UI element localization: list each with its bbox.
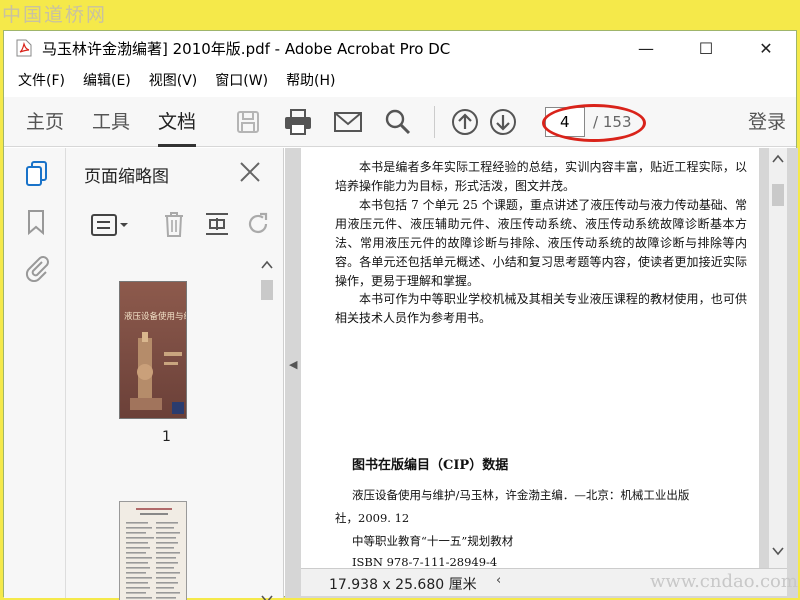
crop-icon[interactable] xyxy=(204,210,230,242)
cip-heading: 图书在版编目（CIP）数据 xyxy=(352,458,509,473)
options-menu-icon[interactable] xyxy=(90,212,130,242)
window-title: 马玉林许金渤编著] 2010年版.pdf - Adobe Acrobat Pro… xyxy=(42,39,451,58)
page-total-label: / 153 xyxy=(593,112,632,131)
menu-help[interactable]: 帮助(H) xyxy=(286,70,335,90)
close-icon: ✕ xyxy=(759,38,773,58)
panel-toolbar xyxy=(66,206,283,246)
menu-view[interactable]: 视图(V) xyxy=(149,70,198,90)
menu-edit[interactable]: 编辑(E) xyxy=(83,70,131,90)
acrobat-window: 马玉林许金渤编著] 2010年版.pdf - Adobe Acrobat Pro… xyxy=(3,30,798,600)
page-dimensions: 17.938 x 25.680 厘米 xyxy=(329,577,477,593)
cip-line-4: ISBN 978-7-111-28949-4 xyxy=(352,555,498,568)
page-thumbnails-icon[interactable] xyxy=(24,160,50,186)
thumbnails-scrollbar[interactable] xyxy=(258,254,276,600)
toolbar: 主页 工具 文档 4 / 153 xyxy=(4,97,796,147)
cover-machine-illustration xyxy=(130,332,184,414)
minimize-icon: — xyxy=(638,38,654,58)
close-window-button[interactable]: ✕ xyxy=(736,31,796,65)
thumbnail-page-number: 1 xyxy=(162,429,171,445)
cip-line-3: 中等职业教育“十一五”规划教材 xyxy=(352,534,514,548)
minimize-button[interactable]: — xyxy=(616,31,676,65)
title-bar: 马玉林许金渤编著] 2010年版.pdf - Adobe Acrobat Pro… xyxy=(4,31,796,65)
body-paragraph-3: 本书可作为中等职业学校机械及其相关专业液压课程的教材使用，也可供相关技术人员作为… xyxy=(335,292,747,325)
menu-window[interactable]: 窗口(W) xyxy=(215,70,268,90)
maximize-button[interactable]: ☐ xyxy=(676,31,736,65)
panel-title: 页面缩略图 xyxy=(84,167,169,187)
document-scrollbar[interactable] xyxy=(769,148,787,568)
tab-home[interactable]: 主页 xyxy=(26,97,64,147)
page-down-icon[interactable] xyxy=(485,104,521,140)
close-panel-icon[interactable] xyxy=(236,158,264,186)
page-up-icon[interactable] xyxy=(447,104,483,140)
menu-bar: 文件(F) 编辑(E) 视图(V) 窗口(W) 帮助(H) xyxy=(4,67,354,93)
document-view: ◀ 本书是编者多年实际工程经验的总结，实训内容丰富，贴近工程实际，以培养操作能力… xyxy=(285,148,798,598)
page-thumbnail-2[interactable] xyxy=(119,501,187,600)
menu-file[interactable]: 文件(F) xyxy=(18,70,65,90)
print-icon[interactable] xyxy=(280,104,316,140)
rotate-icon[interactable] xyxy=(244,210,272,242)
mail-icon[interactable] xyxy=(330,104,366,140)
tab-tools[interactable]: 工具 xyxy=(92,97,130,147)
attachment-icon[interactable] xyxy=(24,254,50,283)
thumbnails-panel: 页面缩略图 液压设备使用与维护 1 xyxy=(66,148,284,600)
maximize-icon: ☐ xyxy=(698,38,714,58)
pdf-file-icon xyxy=(16,39,32,57)
save-icon[interactable] xyxy=(230,104,266,140)
pdf-page: 本书是编者多年实际工程经验的总结，实训内容丰富，贴近工程实际，以培养操作能力为目… xyxy=(301,148,759,568)
scroll-left-icon[interactable]: ‹ xyxy=(496,573,501,588)
watermark-top: 中国道桥网 xyxy=(2,4,108,26)
cip-line-2: 社，2009. 12 xyxy=(335,511,410,525)
body-paragraph-1: 本书是编者多年实际工程经验的总结，实训内容丰富，贴近工程实际，以培养操作能力为目… xyxy=(335,160,747,193)
delete-icon[interactable] xyxy=(162,210,186,242)
page-thumbnail-1[interactable]: 液压设备使用与维护 xyxy=(119,281,187,419)
login-button[interactable]: 登录 xyxy=(748,97,786,147)
left-rail xyxy=(4,148,66,598)
thumbnail-cover-title: 液压设备使用与维护 xyxy=(124,312,186,322)
bookmark-icon[interactable] xyxy=(24,208,50,236)
toolbar-separator xyxy=(434,105,436,138)
collapse-left-icon[interactable]: ◀ xyxy=(289,358,297,371)
body-paragraph-2: 本书包括 7 个单元 25 个课题，重点讲述了液压传动与液力传动基础、常用液压元… xyxy=(335,198,747,288)
watermark-bottom: www.cndao.com xyxy=(650,571,798,592)
page-number-input[interactable]: 4 xyxy=(545,106,586,137)
thumbnail-text-lines xyxy=(126,508,180,599)
tab-document[interactable]: 文档 xyxy=(158,97,197,147)
cip-line-1: 液压设备使用与维护/马玉林，许金渤主编．—北京：机械工业出版 xyxy=(352,488,690,502)
search-icon[interactable] xyxy=(380,104,416,140)
